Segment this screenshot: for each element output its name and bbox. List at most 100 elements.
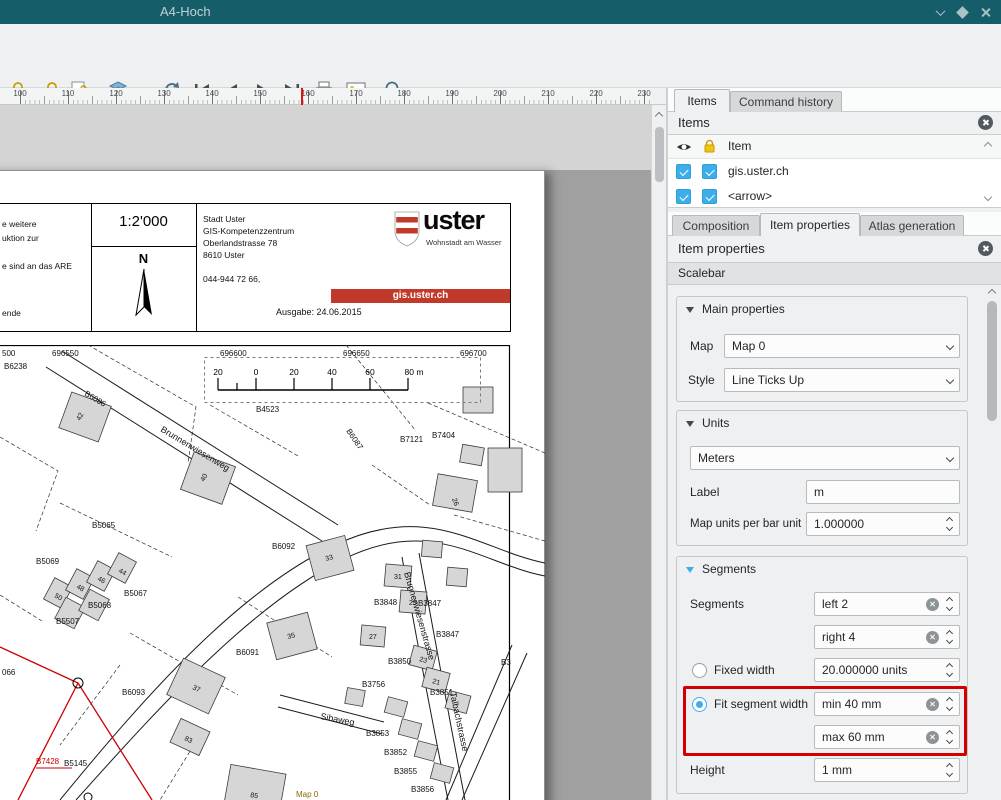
scroll-up-icon[interactable] <box>655 112 663 120</box>
map-label: B6087 <box>344 427 365 452</box>
visibility-checkbox[interactable] <box>676 189 691 204</box>
composition-canvas[interactable]: e weitereuktion zure sind an das AREende… <box>0 105 651 800</box>
fixed-width-radio[interactable] <box>692 663 707 678</box>
uster-coat-of-arms-icon <box>394 211 420 252</box>
items-tree-header: Item <box>668 135 1001 159</box>
scrollbar-thumb[interactable] <box>655 127 664 182</box>
scalebar-item[interactable]: 20020406080 m <box>205 358 481 403</box>
map-label: B3856 <box>411 785 435 794</box>
tree-scroll-up-icon[interactable] <box>984 142 992 150</box>
close-icon <box>980 7 991 18</box>
item-column-header[interactable]: Item <box>728 139 751 153</box>
segments-left-spinbox[interactable]: left 2 <box>814 592 960 616</box>
segments-right-spinbox[interactable]: right 4 <box>814 625 960 649</box>
ruler-tick-label: 150 <box>253 89 266 98</box>
visibility-column-icon[interactable] <box>676 139 692 158</box>
map-label: B7121 <box>400 435 424 444</box>
map-label: 500 <box>2 349 16 358</box>
header-border <box>510 203 511 331</box>
spin-buttons[interactable] <box>942 659 959 681</box>
height-spinbox[interactable]: 1 mm <box>814 758 960 782</box>
collapse-arrow-icon[interactable] <box>686 307 694 313</box>
collapse-arrow-icon[interactable] <box>686 421 694 427</box>
window-titlebar: A4-Hoch <box>0 0 1001 24</box>
scroll-up-icon[interactable] <box>988 289 996 297</box>
north-letter: N <box>91 251 196 266</box>
tree-scroll-down-icon[interactable] <box>984 193 992 201</box>
map-item[interactable]: 500696550696600696650696700B6238B6086B45… <box>0 345 545 800</box>
horizontal-ruler: 1001101201301401501601701801902002102202… <box>0 88 651 105</box>
ruler-position-marker <box>301 88 303 105</box>
map-label: B3850 <box>388 657 412 666</box>
panel-vertical-scrollbar[interactable] <box>983 285 1001 800</box>
selection-frame[interactable] <box>205 358 481 403</box>
map-label: Map <box>690 334 713 358</box>
properties-dock-title: Item properties <box>668 238 1001 260</box>
tab-command-history[interactable]: Command history <box>730 91 842 112</box>
item-label[interactable]: <arrow> <box>728 189 772 203</box>
close-properties-dock-button[interactable] <box>978 241 993 256</box>
shade-window-button[interactable] <box>931 3 949 21</box>
map-label: 066 <box>2 668 16 677</box>
map-label: B7428 <box>36 757 60 766</box>
spin-buttons[interactable] <box>942 513 959 535</box>
tab-items[interactable]: Items <box>674 89 730 112</box>
scrollbar-thumb[interactable] <box>987 301 997 421</box>
map-label: B6093 <box>122 688 146 697</box>
gis-uster-banner[interactable]: gis.uster.ch <box>331 289 510 303</box>
lock-checkbox[interactable] <box>702 164 717 179</box>
spin-buttons[interactable] <box>942 759 959 781</box>
style-combobox[interactable]: Line Ticks Up <box>724 368 960 392</box>
map-label: 27 <box>369 634 377 641</box>
map-combobox[interactable]: Map 0 <box>724 334 960 358</box>
ruler-tick-label: 180 <box>397 89 410 98</box>
right-dock-panel: Items Command history Items Item gis.ust… <box>668 88 1001 800</box>
map-label: B3853 <box>366 729 390 738</box>
item-row-scalebar[interactable]: gis.uster.ch <box>668 159 1001 184</box>
ruler-tick-label: 170 <box>349 89 362 98</box>
units-combobox[interactable]: Meters <box>690 446 960 470</box>
clear-icon[interactable] <box>926 631 939 644</box>
map-label: 696700 <box>460 349 487 358</box>
map-label: B3756 <box>362 680 386 689</box>
items-tree[interactable]: Item gis.uster.ch <arrow> <box>668 134 1001 208</box>
lock-checkbox[interactable] <box>702 189 717 204</box>
map-label: B5145 <box>64 759 88 768</box>
spin-buttons[interactable] <box>942 593 959 615</box>
map-label: B3852 <box>384 748 408 757</box>
ruler-tick-label: 210 <box>541 89 554 98</box>
ruler-tick-label: 230 <box>637 89 650 98</box>
tab-composition[interactable]: Composition <box>672 215 760 236</box>
map-label: B5507 <box>56 617 80 626</box>
label-label: Label <box>690 480 719 504</box>
chevron-down-icon <box>946 454 954 462</box>
item-row-arrow[interactable]: <arrow> <box>668 184 1001 209</box>
visibility-checkbox[interactable] <box>676 164 691 179</box>
scalebar-number: 80 m <box>405 367 424 377</box>
tab-atlas-generation[interactable]: Atlas generation <box>860 215 964 236</box>
close-window-button[interactable] <box>976 3 994 21</box>
spin-buttons[interactable] <box>942 626 959 648</box>
close-items-dock-button[interactable] <box>978 115 993 130</box>
clear-icon[interactable] <box>926 598 939 611</box>
canvas-vertical-scrollbar[interactable] <box>651 105 666 800</box>
map-label: B3847 <box>436 630 460 639</box>
main-toolbar <box>0 24 1001 88</box>
map-label: B5068 <box>88 601 112 610</box>
height-label: Height <box>690 758 725 782</box>
unit-label-input[interactable]: m <box>806 480 960 504</box>
collapse-arrow-icon[interactable] <box>686 567 694 573</box>
map-label: B7404 <box>432 431 456 440</box>
survey-point <box>84 793 92 800</box>
item-label[interactable]: gis.uster.ch <box>728 164 789 178</box>
uster-logo-text: uster <box>423 205 484 236</box>
map-units-per-bar-unit-spinbox[interactable]: 1.000000 <box>806 512 960 536</box>
map-label: B3 <box>501 658 511 667</box>
tab-item-properties[interactable]: Item properties <box>760 213 860 236</box>
maximize-button[interactable] <box>953 3 971 21</box>
lock-column-icon[interactable] <box>702 138 717 157</box>
fixed-width-spinbox[interactable]: 20.000000 units <box>814 658 960 682</box>
map-label: 29 <box>409 600 417 607</box>
map-label: 31 <box>394 574 402 581</box>
ruler-tick-label: 130 <box>157 89 170 98</box>
